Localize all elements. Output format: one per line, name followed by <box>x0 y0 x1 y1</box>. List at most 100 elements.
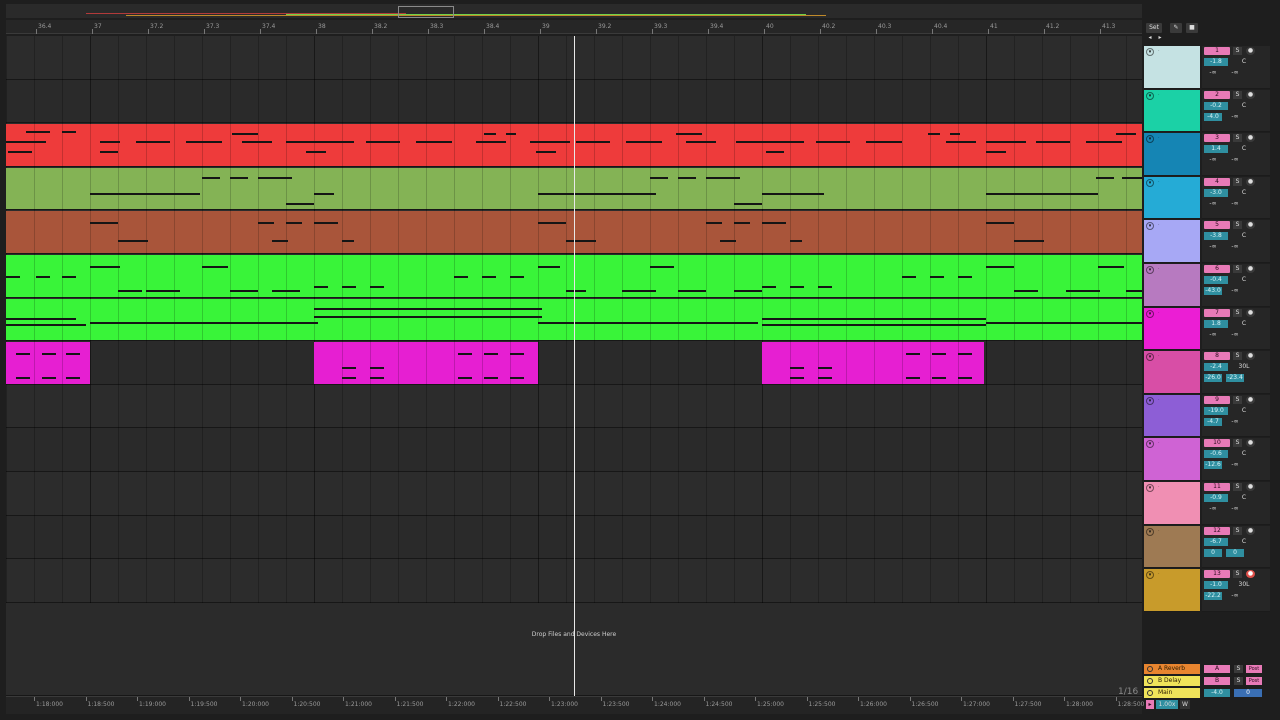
midi-note[interactable] <box>538 321 758 324</box>
midi-note[interactable] <box>484 377 498 380</box>
post-toggle[interactable]: Post <box>1246 665 1262 673</box>
pan-field[interactable]: C <box>1233 102 1255 110</box>
fold-arrow-icon[interactable]: ▾ <box>1146 353 1154 362</box>
send-a-field[interactable]: -∞ <box>1204 156 1222 164</box>
midi-note[interactable] <box>232 133 258 136</box>
send-b-field[interactable]: -∞ <box>1226 69 1244 77</box>
beat-time-ruler[interactable]: 36.4 37 37.2 37.3 37.4 38 38.2 38.3 38.4 39 39.2 39… <box>6 20 1142 34</box>
midi-note[interactable] <box>1126 290 1142 292</box>
midi-note[interactable] <box>906 377 920 380</box>
midi-note[interactable] <box>370 367 384 370</box>
midi-note[interactable] <box>314 307 542 310</box>
track-activator[interactable]: 5 <box>1204 221 1230 230</box>
midi-note[interactable] <box>932 377 946 380</box>
midi-note[interactable] <box>762 222 786 225</box>
midi-note[interactable] <box>986 321 1142 324</box>
track-header-3[interactable]: ▾ · 3 S ● 1.4 C -∞ -∞ <box>1144 133 1270 177</box>
midi-note[interactable] <box>762 286 776 288</box>
midi-note[interactable] <box>928 133 940 136</box>
midi-note[interactable] <box>790 377 804 380</box>
midi-note[interactable] <box>118 240 148 243</box>
volume-field[interactable]: -3.8 <box>1204 232 1228 241</box>
midi-note[interactable] <box>342 377 356 380</box>
track-color-swatch[interactable]: ▾ · <box>1144 220 1200 263</box>
scroll-left-icon[interactable]: ◂ <box>1146 35 1154 41</box>
midi-note[interactable] <box>476 141 506 144</box>
track-activator[interactable]: 3 <box>1204 134 1230 143</box>
midi-note[interactable] <box>530 141 570 144</box>
midi-note[interactable] <box>986 192 1098 195</box>
midi-note[interactable] <box>458 377 472 380</box>
main-crossfade[interactable]: 0 <box>1234 689 1262 697</box>
volume-field[interactable]: -3.0 <box>1204 188 1228 197</box>
w-button[interactable]: W <box>1180 700 1190 709</box>
volume-field[interactable]: -1.8 <box>1204 58 1228 66</box>
track-header-1[interactable]: ▾ · 1 S ● -1.8 C -∞ -∞ <box>1144 46 1270 90</box>
solo-button[interactable]: S <box>1233 439 1242 448</box>
fold-icon[interactable] <box>1147 678 1153 684</box>
midi-note[interactable] <box>906 353 920 356</box>
pan-field[interactable]: C <box>1233 450 1255 458</box>
fold-arrow-icon[interactable]: ▾ <box>1146 48 1154 56</box>
pan-field[interactable]: C <box>1233 320 1255 328</box>
midi-note[interactable] <box>762 192 824 195</box>
solo-button[interactable]: S <box>1233 177 1242 186</box>
pan-field[interactable]: C <box>1233 58 1255 66</box>
midi-note[interactable] <box>734 202 762 205</box>
midi-note[interactable] <box>1086 141 1122 144</box>
arm-record-icon[interactable]: ● <box>1246 47 1255 55</box>
midi-note[interactable] <box>1036 141 1070 144</box>
midi-note[interactable] <box>8 151 32 154</box>
midi-note[interactable] <box>42 377 56 380</box>
midi-note[interactable] <box>6 323 86 326</box>
midi-note[interactable] <box>958 353 972 356</box>
midi-note[interactable] <box>946 141 976 144</box>
midi-note[interactable] <box>986 141 1026 144</box>
send-b-field[interactable]: -∞ <box>1226 592 1244 600</box>
midi-note[interactable] <box>510 353 524 356</box>
midi-note[interactable] <box>958 377 972 380</box>
midi-note[interactable] <box>36 131 50 134</box>
midi-note[interactable] <box>676 133 702 136</box>
pan-field[interactable]: C <box>1233 538 1255 546</box>
solo-button[interactable]: S <box>1233 483 1242 491</box>
pan-field[interactable]: C <box>1233 407 1255 415</box>
midi-note[interactable] <box>416 141 452 144</box>
return-track-a[interactable]: A Reverb A S Post <box>1144 664 1270 675</box>
solo-button[interactable]: S <box>1233 395 1242 404</box>
fold-icon[interactable] <box>1147 666 1153 672</box>
solo-button[interactable]: S <box>1234 677 1243 685</box>
midi-note[interactable] <box>950 133 960 136</box>
midi-note[interactable] <box>538 266 560 268</box>
send-a-field[interactable]: -4.0 <box>1204 112 1222 121</box>
midi-note[interactable] <box>314 222 338 225</box>
send-b-field[interactable]: -∞ <box>1226 461 1244 469</box>
track-header-9[interactable]: ▾ · 9 S ● -19.0 C -4.7 -∞ <box>1144 394 1270 439</box>
volume-field[interactable]: -0.2 <box>1204 101 1228 110</box>
send-b-field[interactable]: -∞ <box>1226 200 1244 208</box>
midi-note[interactable] <box>230 290 258 292</box>
midi-note[interactable] <box>1122 176 1142 179</box>
follow-icon[interactable]: ▸ <box>1146 700 1154 709</box>
midi-note[interactable] <box>650 176 668 179</box>
send-a-field[interactable]: -∞ <box>1204 243 1222 251</box>
midi-note[interactable] <box>538 192 656 195</box>
midi-note[interactable] <box>342 286 356 288</box>
grid-resolution-label[interactable]: 1/16 <box>1118 687 1138 696</box>
send-a-field[interactable]: -∞ <box>1204 69 1222 77</box>
volume-field[interactable]: -0.9 <box>1204 494 1228 502</box>
midi-note[interactable] <box>734 222 750 225</box>
midi-note[interactable] <box>762 317 986 320</box>
midi-note[interactable] <box>314 315 542 318</box>
send-b-field[interactable]: -∞ <box>1226 113 1244 121</box>
track-activator[interactable]: 9 <box>1204 395 1230 404</box>
midi-note[interactable] <box>734 290 762 292</box>
overview-visible-window[interactable] <box>398 6 454 18</box>
midi-note[interactable] <box>720 240 736 243</box>
track-header-10[interactable]: ▾ · 10 S ● -0.6 C -12.6 -∞ <box>1144 438 1270 482</box>
midi-note[interactable] <box>902 276 916 278</box>
midi-note[interactable] <box>866 141 902 144</box>
midi-note[interactable] <box>6 276 20 278</box>
solo-button[interactable]: S <box>1233 265 1242 273</box>
volume-field[interactable]: -19.0 <box>1204 406 1228 415</box>
